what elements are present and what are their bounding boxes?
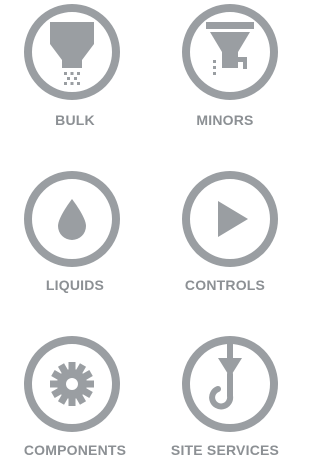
tile-minors[interactable]: MINORS xyxy=(150,0,300,150)
bulk-hopper-icon xyxy=(24,4,120,100)
play-icon xyxy=(182,171,278,267)
droplet-icon xyxy=(24,171,120,267)
tile-liquids[interactable]: LIQUIDS xyxy=(0,165,150,315)
tile-label: BULK xyxy=(55,112,95,128)
category-grid: BULK MINORS LIQUIDS CONTROLS COMPONENTS … xyxy=(0,0,299,470)
tile-label: LIQUIDS xyxy=(45,277,105,293)
minors-hopper-icon xyxy=(182,4,278,100)
tile-bulk[interactable]: BULK xyxy=(0,0,150,150)
tile-label: MINORS xyxy=(196,112,254,128)
tile-label: SITE SERVICES xyxy=(170,442,280,458)
gear-icon xyxy=(24,336,120,432)
tile-components[interactable]: COMPONENTS xyxy=(0,330,150,470)
tile-label: COMPONENTS xyxy=(23,442,127,458)
tile-label: CONTROLS xyxy=(184,277,266,293)
tile-controls[interactable]: CONTROLS xyxy=(150,165,300,315)
crane-hook-icon xyxy=(182,336,278,432)
tile-site-services[interactable]: SITE SERVICES xyxy=(150,330,300,470)
